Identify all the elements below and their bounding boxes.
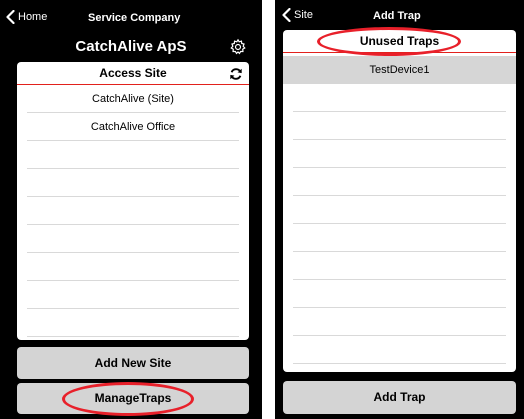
- trap-list-item[interactable]: [293, 280, 506, 308]
- trap-list-panel: Unused Traps TestDevice1: [283, 30, 516, 372]
- site-list-item[interactable]: [27, 197, 239, 225]
- nav-title: Service Company: [88, 12, 181, 24]
- site-back-button[interactable]: Site: [282, 8, 313, 22]
- site-back-label: Site: [294, 9, 313, 21]
- site-list-item[interactable]: CatchAlive Office: [27, 113, 239, 141]
- refresh-icon: [230, 68, 242, 80]
- add-new-site-button[interactable]: Add New Site: [17, 347, 249, 379]
- site-list: CatchAlive (Site) CatchAlive Office: [17, 85, 249, 337]
- trap-list-item[interactable]: [293, 140, 506, 168]
- site-list-item[interactable]: [27, 281, 239, 309]
- company-name: CatchAlive ApS: [75, 38, 187, 55]
- right-phone-screen: Site Add Trap Unused Traps TestDevice1 A…: [275, 0, 524, 419]
- home-back-button[interactable]: Home: [6, 10, 47, 24]
- trap-list-item[interactable]: [293, 84, 506, 112]
- site-list-item[interactable]: [27, 253, 239, 281]
- trap-list-header: Unused Traps: [283, 30, 516, 53]
- trap-list-item[interactable]: [293, 308, 506, 336]
- refresh-button[interactable]: [229, 66, 243, 88]
- trap-list: TestDevice1: [283, 53, 516, 364]
- settings-button[interactable]: [229, 38, 247, 61]
- gear-icon: [230, 38, 246, 55]
- add-trap-button[interactable]: Add Trap: [283, 381, 516, 414]
- left-phone-screen: Home Service Company CatchAlive ApS Acce…: [0, 0, 262, 419]
- manage-traps-button[interactable]: ManageTraps: [17, 383, 249, 414]
- site-list-header-label: Access Site: [99, 66, 167, 80]
- site-list-panel: Access Site CatchAlive (Site) CatchAlive…: [17, 62, 249, 340]
- site-list-item[interactable]: [27, 225, 239, 253]
- trap-list-item[interactable]: [293, 336, 506, 364]
- chevron-left-icon: [6, 10, 15, 24]
- trap-list-item[interactable]: [293, 252, 506, 280]
- site-list-item[interactable]: [27, 169, 239, 197]
- site-list-item[interactable]: [27, 309, 239, 337]
- site-list-item[interactable]: [27, 141, 239, 169]
- trap-list-item[interactable]: [293, 168, 506, 196]
- trap-list-item[interactable]: [293, 112, 506, 140]
- site-list-item[interactable]: CatchAlive (Site): [27, 85, 239, 113]
- chevron-left-icon: [282, 8, 291, 22]
- site-list-header: Access Site: [17, 62, 249, 85]
- nav-title: Add Trap: [373, 10, 421, 22]
- home-back-label: Home: [18, 11, 48, 23]
- trap-list-item[interactable]: TestDevice1: [283, 56, 516, 84]
- trap-list-item[interactable]: [293, 224, 506, 252]
- trap-list-item[interactable]: [293, 196, 506, 224]
- trap-list-header-label: Unused Traps: [359, 34, 440, 48]
